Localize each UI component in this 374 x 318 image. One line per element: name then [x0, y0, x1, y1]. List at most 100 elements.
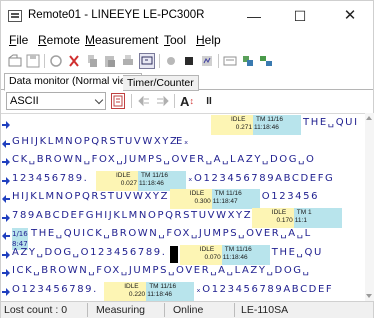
- tx-arrow-icon: [2, 139, 10, 148]
- copy-icon[interactable]: [84, 53, 100, 69]
- time-mark: TM 11/16 11:18:46: [221, 244, 270, 265]
- status-model: LE-110SA: [241, 304, 289, 316]
- status-lost-count: Lost count : 0: [4, 304, 68, 316]
- vertical-scrollbar[interactable]: [365, 113, 374, 301]
- save-icon[interactable]: [25, 53, 41, 69]
- print-icon[interactable]: [120, 53, 136, 69]
- idle-time: IDLE 0.300: [169, 189, 212, 209]
- paste-icon[interactable]: [102, 53, 118, 69]
- time-mark-value: 11:18:47: [212, 198, 238, 205]
- chevron-down-icon: [94, 95, 104, 105]
- time-mark-value: 11:18:46: [147, 290, 173, 298]
- settings-icon[interactable]: [222, 53, 238, 69]
- data-text: ₓO123456789ABCDEF: [196, 283, 334, 295]
- data-text: O123456: [261, 191, 320, 202]
- status-bar: Lost count : 0 Measuring Online LE-110SA: [1, 301, 373, 318]
- start-icon[interactable]: [163, 53, 179, 69]
- close-button[interactable]: ✕: [327, 1, 373, 31]
- maximize-button[interactable]: ☐: [277, 1, 323, 31]
- title-bar: Remote01 - LINEEYE LE-PC300R — ☐ ✕: [1, 1, 373, 31]
- time-mark: TM 1 11:1: [293, 207, 342, 228]
- idle-label: IDLE: [231, 116, 246, 123]
- pause-button[interactable]: II: [201, 93, 217, 109]
- status-separator: [234, 303, 235, 317]
- time-mark-value: 11:1: [294, 216, 307, 224]
- data-monitor-area[interactable]: IDLE 0.271 TM 11/16 11:18:46 THE␣QUI GHIJKLMN…: [1, 113, 365, 301]
- tab-timer-counter[interactable]: Timer/Counter: [123, 75, 199, 91]
- display-mode-value: ASCII: [10, 95, 39, 107]
- menu-bar: File Remote Measurement Tool Help: [1, 32, 373, 50]
- cursor-marker: [169, 245, 178, 263]
- scroll-up-icon[interactable]: [366, 116, 372, 120]
- data-text: 789ABCDEFGHIJKLMNOPQRSTUVWXYZ: [12, 209, 253, 221]
- rx-arrow-icon: [2, 213, 10, 222]
- time-mark-label: TM 11/16: [214, 190, 242, 197]
- idle-label: IDLE: [189, 190, 205, 197]
- status-connection: Online: [173, 304, 204, 316]
- status-state: Measuring: [96, 304, 146, 316]
- rx-arrow-icon: [2, 250, 10, 259]
- data-text: ICK␣BROWN␣FOX␣JUMPS␣OVER␣A␣LAZY␣DOG␣: [12, 265, 311, 276]
- filter-icon[interactable]: [111, 93, 125, 109]
- idle-label: IDLE: [116, 171, 131, 179]
- tx-arrow-icon: [2, 195, 10, 203]
- tx-arrow-icon: [2, 232, 10, 240]
- prev-trigger-icon[interactable]: [136, 93, 152, 109]
- font-size-button[interactable]: A ↕: [179, 93, 195, 109]
- time-mark: TM 11/16 11:18:46: [146, 281, 195, 301]
- idle-value: 0.300: [194, 198, 211, 205]
- stop-icon[interactable]: [181, 53, 197, 69]
- timestamp-box: IDLE 0.300 TM 11/16 11:18:47: [169, 189, 260, 209]
- display-toolbar: ASCII A ↕ II: [1, 92, 373, 112]
- window-title: Remote01 - LINEEYE LE-PC300R: [28, 9, 205, 21]
- timestamp-box: IDLE 0.070 TM 11/16 11:18:46: [179, 244, 270, 265]
- time-mark: TM 11/16 11:18:46: [253, 115, 301, 135]
- display-mode-select[interactable]: ASCII: [6, 92, 106, 110]
- status-separator: [164, 303, 165, 317]
- idle-time: IDLE 0.170: [251, 207, 294, 228]
- rx-arrow-icon: [2, 269, 10, 277]
- menu-remote[interactable]: Remote: [38, 33, 80, 47]
- time-mark-label: TM 11/16: [141, 171, 168, 179]
- idle-time: IDLE 0.271: [211, 115, 253, 135]
- time-mark-value: 11:18:46: [222, 253, 248, 261]
- minimize-button[interactable]: —: [231, 1, 277, 31]
- open-icon[interactable]: [7, 53, 23, 69]
- idle-label: IDLE: [271, 208, 287, 216]
- time-mark-value: 11:18:46: [254, 124, 279, 131]
- toolbar-separator: [131, 94, 132, 108]
- monitor-icon[interactable]: [139, 53, 155, 69]
- menu-measurement[interactable]: Measurement: [85, 33, 158, 47]
- timestamp-box: IDLE 0.271 TM 11/16 11:18:46: [211, 115, 301, 135]
- trigger-icon[interactable]: [66, 53, 82, 69]
- app-window: Remote01 - LINEEYE LE-PC300R — ☐ ✕ File …: [0, 0, 374, 318]
- toolbar-separator: [218, 54, 219, 68]
- idle-time: IDLE 0.070: [179, 244, 222, 265]
- idle-value: 0.027: [120, 179, 137, 187]
- data-text: ₓO123456789ABCDEFG: [188, 172, 335, 184]
- idle-value: 0.170: [276, 216, 293, 224]
- record-icon[interactable]: [48, 53, 64, 69]
- time-mark-value: 11:18:46: [139, 179, 164, 187]
- data-text-tail: Eₓ: [176, 135, 190, 147]
- next-trigger-icon[interactable]: [154, 93, 170, 109]
- time-mark: TM 11/16 11:18:47: [211, 189, 260, 209]
- status-separator: [87, 303, 88, 317]
- scroll-down-icon[interactable]: [366, 294, 372, 298]
- time-mark: TM 11/16 11:18:46: [138, 170, 186, 191]
- rx-arrow-icon: [2, 287, 10, 296]
- tab-data-monitor[interactable]: Data monitor (Normal view): [4, 73, 142, 91]
- menu-file[interactable]: File: [9, 33, 28, 47]
- config-icon[interactable]: [240, 53, 256, 69]
- layout-icon[interactable]: [258, 53, 274, 69]
- timestamp-box: IDLE 0.027 TM 11/16 11:18:46: [96, 170, 186, 191]
- app-icon: [8, 10, 22, 22]
- menu-help[interactable]: Help: [196, 33, 221, 47]
- idle-label: IDLE: [199, 245, 215, 253]
- display-icon[interactable]: [199, 53, 215, 69]
- idle-value: 0.271: [235, 124, 252, 131]
- data-text: THE␣QUICK␣BROWN␣FOX␣JUMPS␣OVER␣A␣L: [31, 228, 312, 239]
- idle-value: 0.070: [204, 253, 221, 261]
- menu-tool[interactable]: Tool: [164, 33, 186, 47]
- time-mark-label: TM 11/16: [149, 282, 177, 290]
